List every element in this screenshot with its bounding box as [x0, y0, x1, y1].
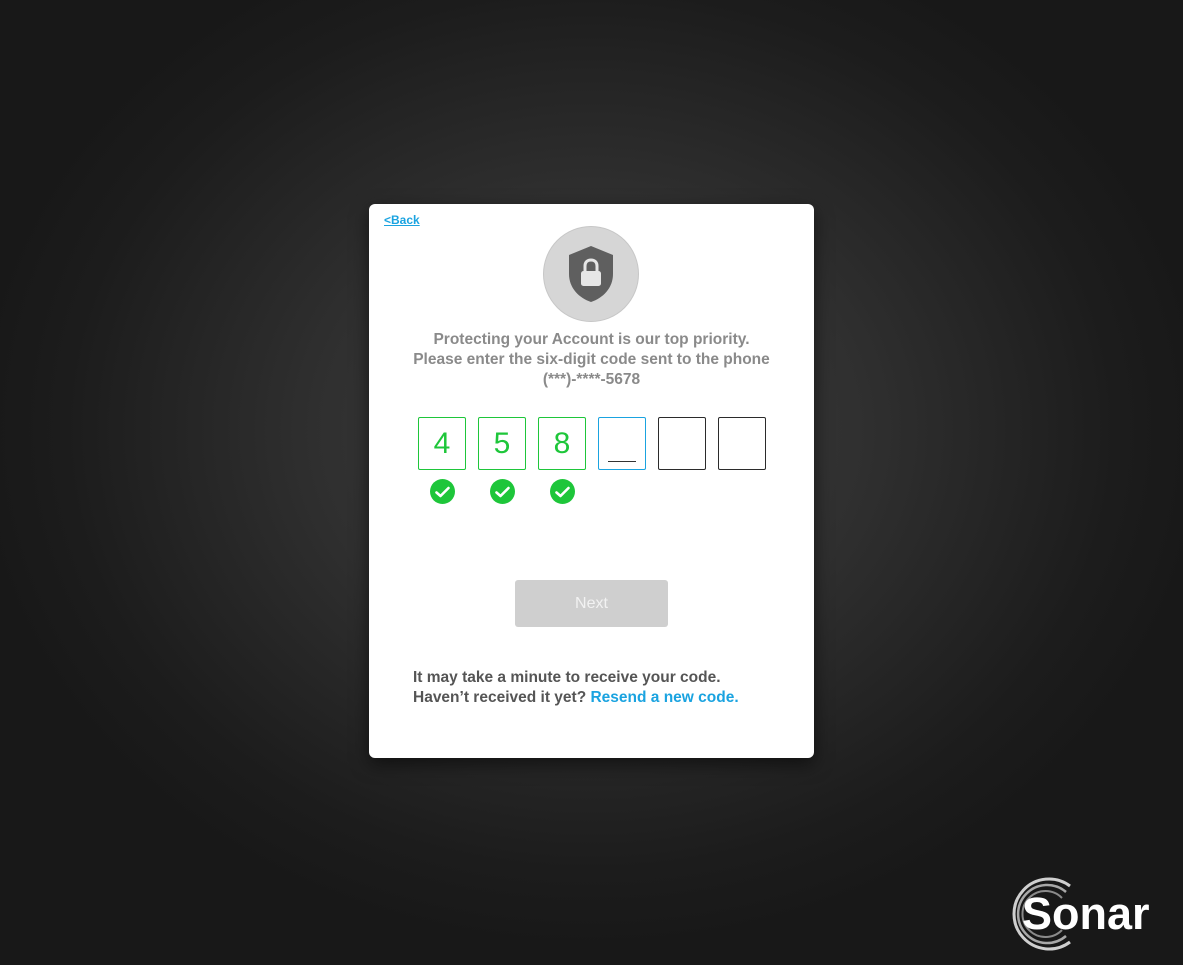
shield-lock-icon	[543, 226, 639, 322]
code-digit-4[interactable]	[598, 417, 646, 470]
check-circle-icon	[490, 479, 515, 504]
check-circle-icon	[430, 479, 455, 504]
check-circle-icon	[550, 479, 575, 504]
code-digit-1[interactable]: 4	[418, 417, 466, 470]
resend-prompt: Haven’t received it yet?	[413, 689, 587, 706]
sonar-logo: Sonar	[1000, 876, 1170, 952]
next-button[interactable]: Next	[515, 580, 668, 627]
resend-info-line2: Haven’t received it yet? Resend a new co…	[413, 688, 793, 708]
code-digit-5[interactable]	[658, 417, 706, 470]
logo-wordmark: Sonar	[1022, 888, 1150, 939]
resend-info: It may take a minute to receive your cod…	[413, 668, 793, 708]
code-digit-3[interactable]: 8	[538, 417, 586, 470]
verification-card: <Back Protecting your Account is our top…	[369, 204, 814, 758]
instruction-message: Protecting your Account is our top prior…	[413, 331, 770, 388]
resend-code-link[interactable]: Resend a new code.	[590, 689, 738, 706]
code-digit-2[interactable]: 5	[478, 417, 526, 470]
resend-info-line1: It may take a minute to receive your cod…	[413, 669, 721, 686]
code-digit-6[interactable]	[718, 417, 766, 470]
back-link[interactable]: <Back	[384, 213, 420, 227]
input-cursor	[608, 461, 636, 462]
